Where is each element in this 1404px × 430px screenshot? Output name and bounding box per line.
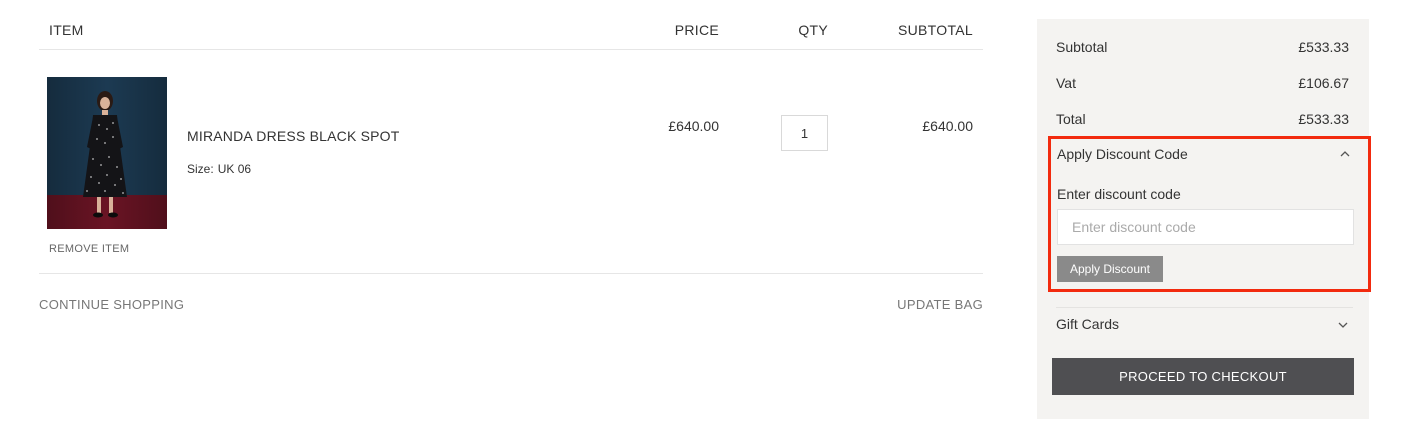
summary-subtotal-value: £533.33 bbox=[1298, 39, 1349, 55]
cart-header-row: ITEM PRICE QTY SUBTOTAL bbox=[39, 0, 983, 50]
apply-discount-button[interactable]: Apply Discount bbox=[1057, 256, 1163, 282]
summary-subtotal-label: Subtotal bbox=[1056, 39, 1108, 55]
summary-subtotal: Subtotal £533.33 bbox=[1056, 39, 1349, 55]
column-header-price: PRICE bbox=[674, 22, 719, 38]
column-header-item: ITEM bbox=[49, 22, 84, 38]
gift-cards-label: Gift Cards bbox=[1056, 316, 1120, 332]
product-photo-icon bbox=[47, 77, 167, 229]
discount-code-input[interactable] bbox=[1057, 209, 1354, 245]
size-label: Size: bbox=[187, 162, 214, 176]
cart-item-row: MIRANDA DRESS BLACK SPOT Size: UK 06 £640… bbox=[39, 50, 983, 274]
chevron-down-icon bbox=[1338, 322, 1348, 328]
summary-total-label: Total bbox=[1056, 111, 1086, 127]
remove-item-link[interactable]: REMOVE ITEM bbox=[49, 243, 129, 255]
product-size: Size: UK 06 bbox=[187, 162, 251, 176]
summary-vat: Vat £106.67 bbox=[1056, 75, 1349, 91]
column-header-subtotal: SUBTOTAL bbox=[897, 22, 973, 38]
chevron-up-icon[interactable] bbox=[1339, 149, 1351, 159]
column-header-qty: QTY bbox=[798, 22, 828, 38]
continue-shopping-link[interactable]: CONTINUE SHOPPING bbox=[39, 297, 184, 312]
product-name[interactable]: MIRANDA DRESS BLACK SPOT bbox=[187, 128, 400, 144]
discount-toggle[interactable]: Apply Discount Code bbox=[1057, 146, 1188, 162]
gift-cards-toggle[interactable]: Gift Cards bbox=[1056, 307, 1353, 341]
cart-table: ITEM PRICE QTY SUBTOTAL MIRANDA DRESS BL… bbox=[39, 0, 983, 274]
summary-vat-value: £106.67 bbox=[1298, 75, 1349, 91]
summary-total: Total £533.33 bbox=[1056, 111, 1349, 127]
quantity-input[interactable] bbox=[781, 115, 828, 151]
item-subtotal: £640.00 bbox=[922, 118, 973, 134]
item-price: £640.00 bbox=[668, 118, 719, 134]
discount-field-label: Enter discount code bbox=[1057, 186, 1181, 202]
product-image[interactable] bbox=[47, 77, 167, 229]
cart-actions: CONTINUE SHOPPING UPDATE BAG bbox=[39, 297, 983, 317]
summary-vat-label: Vat bbox=[1056, 75, 1076, 91]
size-value: UK 06 bbox=[217, 162, 252, 176]
proceed-to-checkout-button[interactable]: PROCEED TO CHECKOUT bbox=[1052, 358, 1354, 395]
discount-code-section: Apply Discount Code Enter discount code … bbox=[1048, 136, 1371, 292]
update-bag-link[interactable]: UPDATE BAG bbox=[897, 297, 983, 312]
summary-total-value: £533.33 bbox=[1298, 111, 1349, 127]
